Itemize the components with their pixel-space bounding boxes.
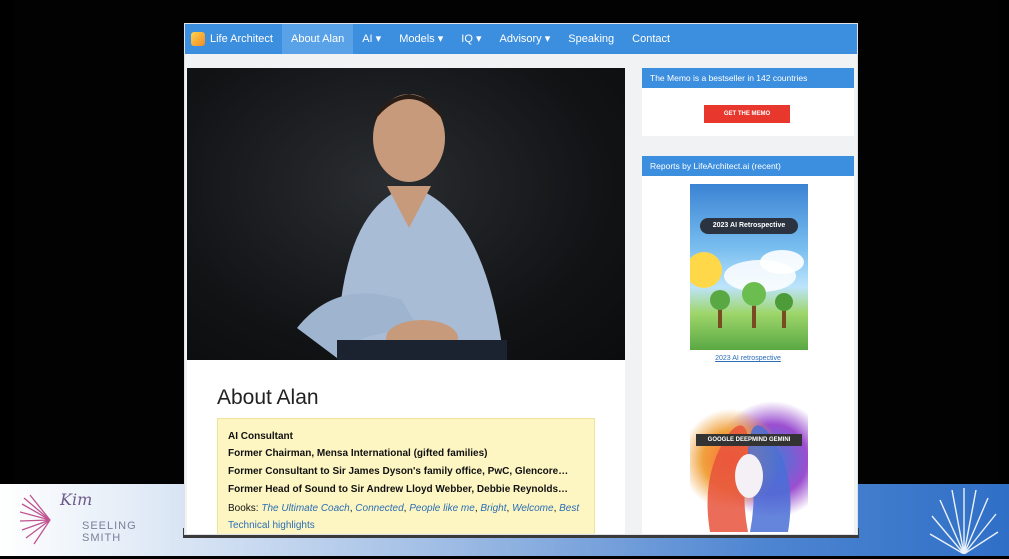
report-cover-gemini[interactable]: GOOGLE DEEPMIND GEMINI xyxy=(690,392,808,534)
brand-surname: SEELING SMITH xyxy=(82,520,137,544)
brand-name: Kim xyxy=(60,490,93,509)
nav-item-contact[interactable]: Contact xyxy=(623,24,679,54)
main-content: About Alan AI Consultant Former Chairman… xyxy=(187,68,625,534)
brand-surname-line2: SMITH xyxy=(82,532,122,544)
site-navbar: Life Architect About Alan AI ▾ Models ▾ … xyxy=(185,24,857,54)
highlight-line: Former Consultant to Sir James Dyson's f… xyxy=(228,466,569,477)
book-link[interactable]: Best xyxy=(559,503,579,514)
report-badge: 2023 AI Retrospective xyxy=(700,218,798,234)
book-link[interactable]: Welcome xyxy=(512,503,554,514)
get-the-memo-button[interactable]: GET THE MEMO xyxy=(704,105,790,123)
portrait-photo xyxy=(187,68,625,360)
nav-item-iq[interactable]: IQ ▾ xyxy=(452,24,490,54)
book-link[interactable]: The Ultimate Coach xyxy=(261,503,349,514)
chevron-down-icon: ▾ xyxy=(375,33,382,45)
reports-widget: Reports by LifeArchitect.ai (recent) 202… xyxy=(642,156,854,534)
page-title: About Alan xyxy=(217,386,319,409)
highlight-line: Former Head of Sound to Sir Andrew Lloyd… xyxy=(228,484,569,495)
book-link[interactable]: Bright xyxy=(480,503,506,514)
highlights-box: AI Consultant Former Chairman, Mensa Int… xyxy=(217,418,595,534)
report-cover-2023-retrospective[interactable]: 2023 AI Retrospective xyxy=(690,184,808,350)
site-logo[interactable]: Life Architect xyxy=(191,24,282,54)
nav-item-advisory-label: Advisory xyxy=(499,33,542,45)
memo-widget: The Memo is a bestseller in 142 countrie… xyxy=(642,68,854,136)
nav-item-advisory[interactable]: Advisory ▾ xyxy=(490,24,559,54)
nav-item-ai[interactable]: AI ▾ xyxy=(353,24,390,54)
chevron-down-icon: ▾ xyxy=(544,33,551,45)
brand-surname-line1: SEELING xyxy=(82,520,137,532)
site-logo-text: Life Architect xyxy=(210,33,273,45)
nav-item-models-label: Models xyxy=(399,33,435,45)
book-link[interactable]: Connected xyxy=(355,503,403,514)
book-link[interactable]: People like me xyxy=(409,503,475,514)
presenter-logo: Kim SEELING SMITH xyxy=(20,490,136,550)
chevron-down-icon: ▾ xyxy=(475,33,482,45)
chevron-down-icon: ▾ xyxy=(437,33,444,45)
books-line: Books: The Ultimate Coach, Connected, Pe… xyxy=(228,503,580,514)
report-caption-link[interactable]: 2023 AI retrospective xyxy=(642,355,854,362)
sunburst-icon xyxy=(928,486,1000,559)
life-architect-logo-icon xyxy=(191,32,205,46)
reports-heading: Reports by LifeArchitect.ai (recent) xyxy=(642,156,854,176)
books-label: Books: xyxy=(228,503,259,514)
technical-highlights-link[interactable]: Technical highlights xyxy=(228,520,315,531)
memo-heading: The Memo is a bestseller in 142 countrie… xyxy=(642,68,854,88)
website-screenshot: Life Architect About Alan AI ▾ Models ▾ … xyxy=(185,24,857,534)
nav-item-ai-label: AI xyxy=(362,33,373,45)
highlight-line: AI Consultant xyxy=(228,431,293,442)
nav-item-speaking[interactable]: Speaking xyxy=(559,24,623,54)
nav-item-about-alan[interactable]: About Alan xyxy=(281,24,354,54)
nav-item-iq-label: IQ xyxy=(461,33,473,45)
nav-item-models[interactable]: Models ▾ xyxy=(390,24,452,54)
report-badge: GOOGLE DEEPMIND GEMINI xyxy=(696,434,802,446)
highlight-line: Former Chairman, Mensa International (gi… xyxy=(228,448,488,459)
